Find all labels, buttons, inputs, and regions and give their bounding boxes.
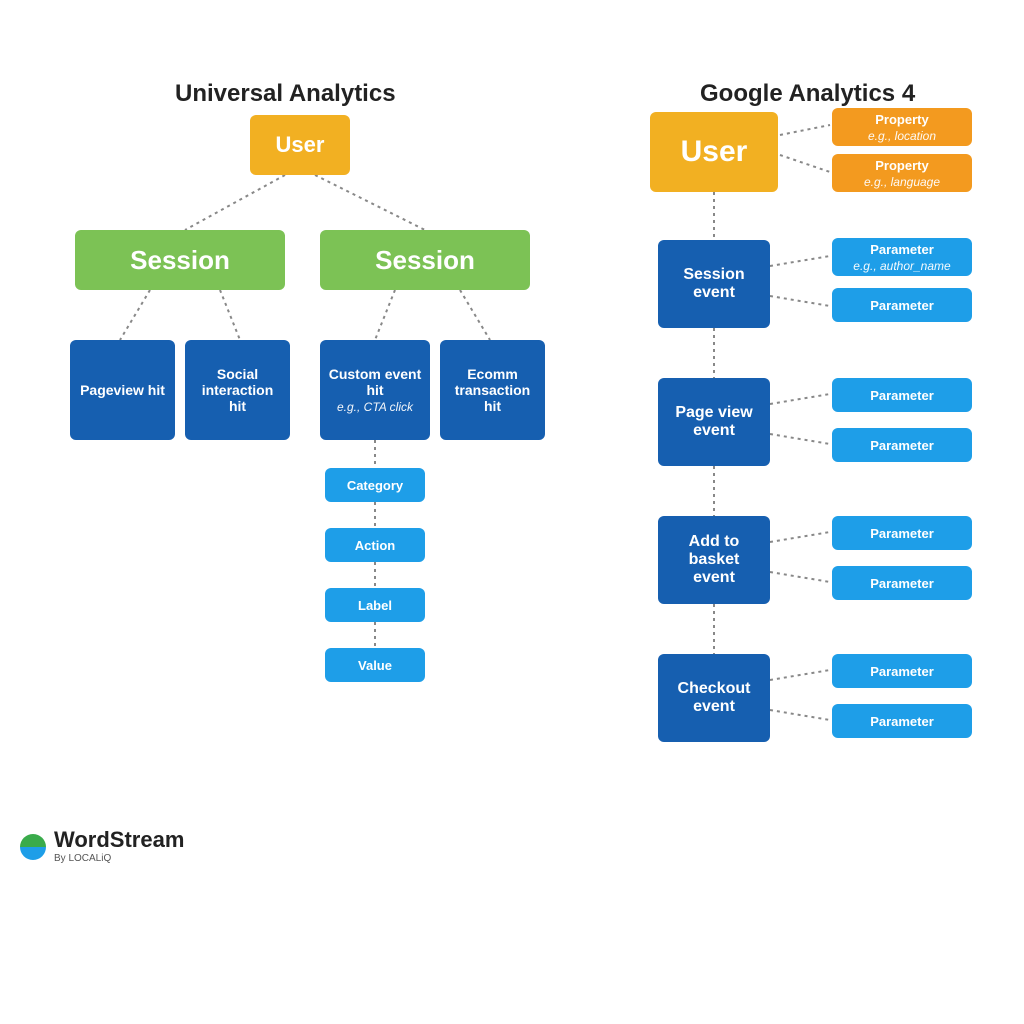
ga4-event-session-label: Session event xyxy=(666,266,762,302)
ga4-event-addtobasket-param-1: Parameter xyxy=(832,516,972,550)
ga4-user-box: User xyxy=(650,112,778,192)
brand-name: WordStream xyxy=(54,829,184,851)
ua-param-value-label: Value xyxy=(358,658,392,673)
ua-param-value: Value xyxy=(325,648,425,682)
ga4-title: Google Analytics 4 xyxy=(700,80,915,108)
ga4-event-checkout-param-1: Parameter xyxy=(832,654,972,688)
ua-hit-ecomm: Ecomm transaction hit xyxy=(440,340,545,440)
ua-title: Universal Analytics xyxy=(175,80,396,108)
ga4-event-checkout-param-1-label: Parameter xyxy=(870,664,934,679)
ga4-user-prop-1-label: Property xyxy=(875,112,928,127)
ga4-event-session-param-1: Parameter e.g., author_name xyxy=(832,238,972,276)
ga4-event-addtobasket-param-2-label: Parameter xyxy=(870,576,934,591)
ga4-event-addtobasket-label: Add to basket event xyxy=(666,533,762,587)
ga4-event-session-param-1-sub: e.g., author_name xyxy=(853,259,950,273)
ga4-event-pageview: Page view event xyxy=(658,378,770,466)
ua-param-label-label: Label xyxy=(358,598,392,613)
ua-param-action-label: Action xyxy=(355,538,395,553)
ga4-event-pageview-param-1-label: Parameter xyxy=(870,388,934,403)
ga4-event-pageview-param-2: Parameter xyxy=(832,428,972,462)
ga4-user-prop-1-sub: e.g., location xyxy=(868,129,936,143)
ua-hit-pageview: Pageview hit xyxy=(70,340,175,440)
brand-byline: By LOCALiQ xyxy=(54,854,184,864)
ga4-event-session-param-2: Parameter xyxy=(832,288,972,322)
ua-param-category: Category xyxy=(325,468,425,502)
ga4-event-pageview-param-2-label: Parameter xyxy=(870,438,934,453)
ga4-event-checkout-label: Checkout event xyxy=(666,680,762,716)
ua-hit-custom: Custom event hit e.g., CTA click xyxy=(320,340,430,440)
ga4-user-prop-2: Property e.g., language xyxy=(832,154,972,192)
ua-hit-social-label: Social interaction hit xyxy=(193,366,282,414)
brand-logo-icon xyxy=(20,834,46,860)
ga4-event-addtobasket-param-1-label: Parameter xyxy=(870,526,934,541)
diagram-canvas: Universal Analytics User Session Session… xyxy=(0,0,1024,1024)
ga4-event-session-param-2-label: Parameter xyxy=(870,298,934,313)
ga4-user-prop-2-label: Property xyxy=(875,158,928,173)
ua-hit-custom-sub: e.g., CTA click xyxy=(337,400,413,414)
ua-session-1-label: Session xyxy=(130,245,230,276)
ga4-event-pageview-label: Page view event xyxy=(666,404,762,440)
ua-hit-pageview-label: Pageview hit xyxy=(80,382,165,398)
ga4-user-label: User xyxy=(681,135,748,169)
ua-user-label: User xyxy=(276,132,325,158)
ua-hit-social: Social interaction hit xyxy=(185,340,290,440)
ua-session-2: Session xyxy=(320,230,530,290)
ua-param-label: Label xyxy=(325,588,425,622)
ua-param-category-label: Category xyxy=(347,478,403,493)
ua-session-2-label: Session xyxy=(375,245,475,276)
ua-hit-ecomm-label: Ecomm transaction hit xyxy=(448,366,537,414)
ua-session-1: Session xyxy=(75,230,285,290)
ua-param-action: Action xyxy=(325,528,425,562)
ga4-event-addtobasket-param-2: Parameter xyxy=(832,566,972,600)
ga4-event-checkout: Checkout event xyxy=(658,654,770,742)
ga4-event-pageview-param-1: Parameter xyxy=(832,378,972,412)
ga4-event-session: Session event xyxy=(658,240,770,328)
ga4-event-checkout-param-2-label: Parameter xyxy=(870,714,934,729)
ga4-event-addtobasket: Add to basket event xyxy=(658,516,770,604)
ga4-user-prop-2-sub: e.g., language xyxy=(864,175,940,189)
ga4-event-checkout-param-2: Parameter xyxy=(832,704,972,738)
ga4-user-prop-1: Property e.g., location xyxy=(832,108,972,146)
ua-hit-custom-label: Custom event hit xyxy=(328,366,422,398)
ua-user-box: User xyxy=(250,115,350,175)
ga4-event-session-param-1-label: Parameter xyxy=(870,242,934,257)
brand-logo: WordStream By LOCALiQ xyxy=(20,829,184,864)
